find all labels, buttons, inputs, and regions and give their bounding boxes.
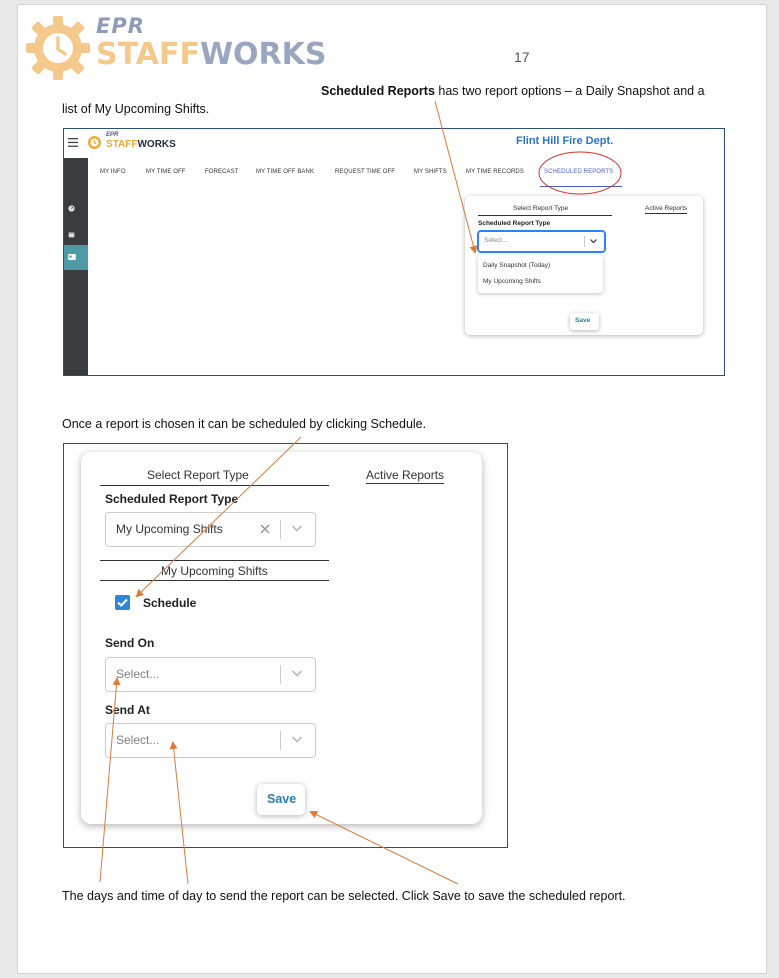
document-page: EPR STAFFWORKS 17 Scheduled Reports has … (17, 4, 767, 974)
app-gear-icon (88, 136, 101, 149)
intro-rest: has two report options – a Daily Snapsho… (434, 84, 705, 98)
options-menu: Daily Snapshot (Today) My Upcoming Shift… (478, 255, 603, 293)
id-card-icon (68, 254, 76, 260)
hamburger-icon[interactable] (68, 138, 78, 147)
nav-my-time-off-bank[interactable]: MY TIME OFF BANK (256, 169, 314, 175)
nav-my-shifts[interactable]: MY SHIFTS (414, 169, 447, 175)
scheduled-report-type-label: Scheduled Report Type (105, 492, 239, 506)
chevron-down-icon[interactable] (291, 733, 303, 745)
intro-line-2: list of My Upcoming Shifts. (62, 102, 210, 116)
chevron-down-icon (590, 239, 597, 244)
send-on-select[interactable]: Select... (105, 657, 316, 692)
scheduled-report-type-select[interactable]: My Upcoming Shifts (105, 512, 316, 547)
select-separator (584, 236, 585, 247)
section-divider-bottom (100, 580, 329, 581)
save-button-small[interactable]: Save (570, 313, 599, 330)
logo-works: WORKS (199, 37, 327, 72)
logo-staff: STAFF (96, 37, 200, 72)
field-label: Scheduled Report Type (478, 220, 551, 227)
report-type-placeholder: Select... (484, 237, 508, 244)
dashboard-icon[interactable] (68, 205, 75, 212)
sidebar (64, 158, 88, 375)
nav-my-time-records[interactable]: MY TIME RECORDS (466, 169, 524, 175)
tab-select-underline-large (100, 485, 329, 486)
report-type-select[interactable]: Select... (478, 231, 605, 252)
screenshot-schedule-form: Select Report Type Active Reports Schedu… (63, 443, 508, 848)
chevron-down-icon[interactable] (291, 522, 303, 534)
section-divider-top (100, 560, 329, 561)
gear-clock-icon (26, 16, 90, 80)
option-daily-snapshot[interactable]: Daily Snapshot (Today) (483, 262, 550, 269)
tab-active-reports[interactable]: Active Reports (645, 205, 688, 214)
tab-select-report-type-large[interactable]: Select Report Type (147, 468, 249, 482)
send-at-select[interactable]: Select... (105, 723, 316, 758)
sidebar-item-reports-active[interactable] (64, 245, 88, 270)
department-name: Flint Hill Fire Dept. (516, 135, 614, 147)
save-button[interactable]: Save (257, 784, 305, 815)
save-label: Save (267, 792, 297, 806)
app-logo-works: WORKS (137, 139, 176, 150)
logo-epr: EPR (96, 14, 145, 38)
footer-instruction: The days and time of day to send the rep… (62, 889, 626, 903)
schedule-label[interactable]: Schedule (143, 596, 196, 610)
send-on-label: Send On (105, 636, 155, 650)
app-logo-wordmark: STAFFWORKS (106, 139, 176, 150)
tab-select-underline (478, 215, 612, 216)
logo-wordmark: STAFFWORKS (96, 37, 327, 72)
intro-bold: Scheduled Reports (321, 84, 435, 98)
chevron-down-icon[interactable] (291, 667, 303, 679)
option-my-upcoming-shifts[interactable]: My Upcoming Shifts (483, 278, 541, 285)
select-separator (280, 520, 281, 539)
middle-instruction: Once a report is chosen it can be schedu… (62, 417, 427, 431)
send-at-placeholder: Select... (116, 733, 160, 747)
highlight-ellipse (538, 151, 622, 195)
page-number: 17 (514, 49, 530, 65)
report-card-large: Select Report Type Active Reports Schedu… (81, 452, 482, 824)
schedule-checkbox[interactable] (115, 595, 130, 610)
nav-request-time-off[interactable]: REQUEST TIME OFF (335, 169, 395, 175)
tab-select-report-type[interactable]: Select Report Type (513, 205, 568, 212)
send-at-label: Send At (105, 703, 150, 717)
save-label-small: Save (575, 317, 591, 324)
app-logo-staff: STAFF (106, 139, 138, 150)
checkmark-icon (117, 598, 128, 607)
select-separator (280, 731, 281, 750)
nav-my-time-off[interactable]: MY TIME OFF (146, 169, 186, 175)
tab-active-reports-large[interactable]: Active Reports (366, 468, 445, 484)
calendar-icon[interactable] (68, 231, 75, 238)
selected-report-value: My Upcoming Shifts (116, 522, 223, 536)
section-title: My Upcoming Shifts (161, 564, 268, 578)
select-separator (280, 665, 281, 684)
report-card-small: Select Report Type Active Reports Schedu… (465, 196, 703, 335)
nav-my-info[interactable]: MY INFO (100, 169, 126, 175)
clear-icon[interactable] (260, 524, 270, 534)
nav-forecast[interactable]: FORECAST (205, 169, 238, 175)
staffworks-logo: EPR STAFFWORKS (24, 11, 327, 81)
app-logo-epr: EPR (106, 132, 119, 138)
send-on-placeholder: Select... (116, 667, 160, 681)
screenshot-report-options: EPR STAFFWORKS Flint Hill Fire Dept. MY … (63, 128, 725, 376)
intro-line-1: Scheduled Reports has two report options… (321, 84, 705, 98)
